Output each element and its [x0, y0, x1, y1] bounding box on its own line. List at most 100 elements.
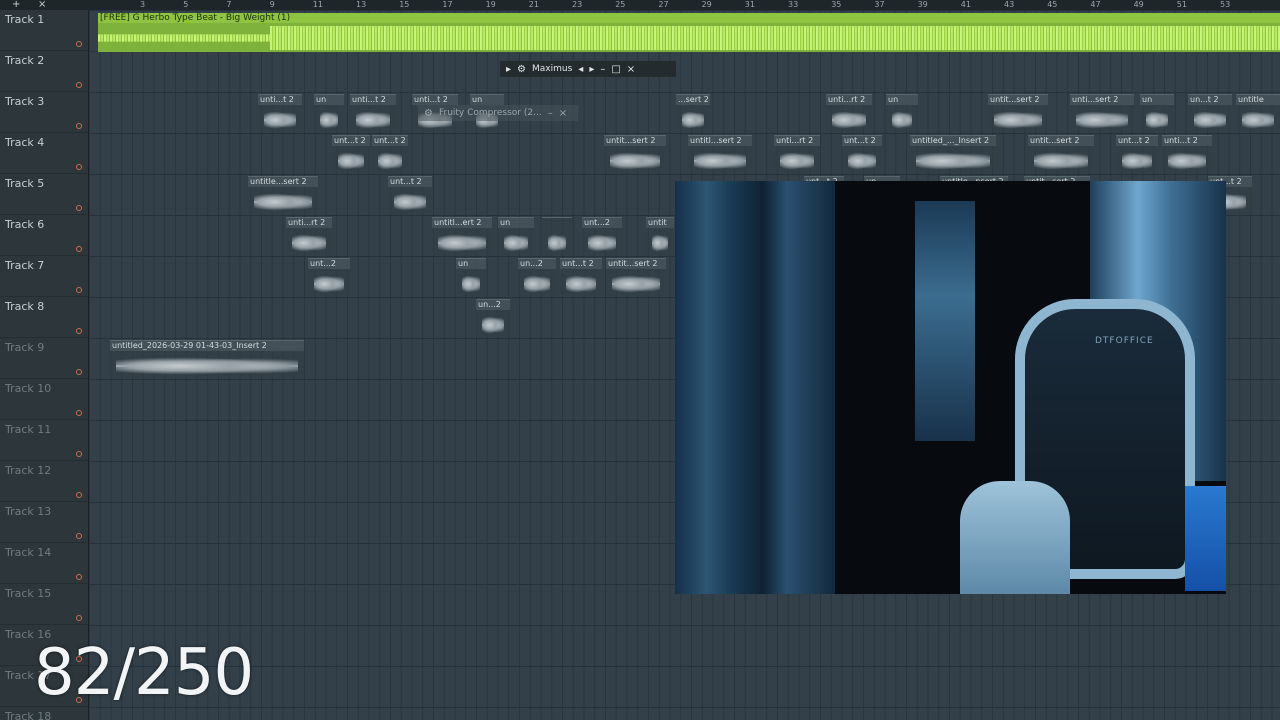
- track-mute-dot[interactable]: [76, 574, 82, 580]
- minimize-icon[interactable]: –: [548, 108, 553, 119]
- clip-label: un: [456, 259, 486, 269]
- track-header[interactable]: Track 11: [0, 420, 88, 461]
- track-mute-dot[interactable]: [76, 410, 82, 416]
- track-mute-dot[interactable]: [76, 205, 82, 211]
- pattern-clip[interactable]: unti...t 2: [258, 94, 302, 132]
- clip-label: un...t 2: [1188, 95, 1232, 105]
- track-header[interactable]: Track 15: [0, 584, 88, 625]
- track-header[interactable]: Track 8: [0, 297, 88, 338]
- compressor-plugin-titlebar[interactable]: ⚙ Fruity Compressor (2... – ×: [418, 105, 578, 121]
- track-header[interactable]: Track 14: [0, 543, 88, 584]
- pattern-clip[interactable]: unt...2: [582, 217, 622, 255]
- pattern-clip[interactable]: unti...t 2: [1162, 135, 1212, 173]
- track-header[interactable]: Track 9: [0, 338, 88, 379]
- clip-waveform: [320, 109, 338, 131]
- clip-waveform: [892, 109, 912, 131]
- pattern-clip[interactable]: untitl...ert 2: [432, 217, 492, 255]
- pattern-clip[interactable]: unt...t 2: [372, 135, 408, 173]
- clip-waveform: [548, 232, 566, 254]
- pattern-clip[interactable]: untit...sert 2: [988, 94, 1048, 132]
- track-header[interactable]: Track 4: [0, 133, 88, 174]
- pattern-clip[interactable]: unti...t 2: [350, 94, 396, 132]
- pattern-clip[interactable]: unti...rt 2: [774, 135, 820, 173]
- pattern-clip[interactable]: unt...t 2: [560, 258, 602, 296]
- track-mute-dot[interactable]: [76, 451, 82, 457]
- clip-waveform: [652, 232, 668, 254]
- maximize-icon[interactable]: □: [611, 64, 620, 75]
- track-mute-dot[interactable]: [76, 533, 82, 539]
- pattern-clip[interactable]: un...2: [476, 299, 510, 337]
- clip-waveform: [916, 150, 990, 172]
- pattern-clip[interactable]: un: [314, 94, 344, 132]
- pattern-clip[interactable]: untit: [646, 217, 674, 255]
- pattern-clip[interactable]: unt...t 2: [388, 176, 432, 214]
- clip-label: unti...sert 2: [1070, 95, 1134, 105]
- close-icon[interactable]: ×: [559, 108, 567, 119]
- pattern-clip[interactable]: ...sert 2: [676, 94, 710, 132]
- pattern-clip[interactable]: unti...rt 2: [286, 217, 332, 255]
- pattern-clip[interactable]: unt...t 2: [1116, 135, 1158, 173]
- clip-waveform: [682, 109, 704, 131]
- close-icon[interactable]: ×: [627, 64, 635, 75]
- pattern-clip[interactable]: untitle...sert 2: [248, 176, 318, 214]
- audio-clip-label: [FREE] G Herbo Type Beat - Big Weight (1…: [98, 13, 1280, 23]
- pattern-clip[interactable]: untit...sert 2: [1028, 135, 1094, 173]
- track-mute-dot[interactable]: [76, 287, 82, 293]
- clip-label: un...2: [476, 300, 510, 310]
- track-mute-dot[interactable]: [76, 164, 82, 170]
- track-mute-dot[interactable]: [76, 328, 82, 334]
- arrow-right-icon[interactable]: ▸: [506, 64, 511, 75]
- pattern-clip[interactable]: un...2: [518, 258, 556, 296]
- track-header[interactable]: Track 7: [0, 256, 88, 297]
- clip-waveform: [338, 150, 364, 172]
- track-mute-dot[interactable]: [76, 492, 82, 498]
- next-preset-icon[interactable]: ▸: [589, 64, 594, 75]
- pattern-clip[interactable]: un...t 2: [1188, 94, 1232, 132]
- clip-label: un...2: [518, 259, 556, 269]
- clip-label: untitled_2026-03-29 01-43-03_Insert 2: [110, 341, 304, 351]
- track-header[interactable]: Track 13: [0, 502, 88, 543]
- audio-clip-beat[interactable]: [FREE] G Herbo Type Beat - Big Weight (1…: [98, 13, 1280, 52]
- ruler-tick: 27: [658, 0, 669, 9]
- pattern-clip[interactable]: untit...sert 2: [606, 258, 666, 296]
- compressor-title: Fruity Compressor (2...: [438, 108, 542, 118]
- track-mute-dot[interactable]: [76, 246, 82, 252]
- pattern-clip[interactable]: unti...sert 2: [1070, 94, 1134, 132]
- pattern-clip[interactable]: [542, 217, 572, 255]
- pattern-clip[interactable]: untitl...sert 2: [688, 135, 752, 173]
- pattern-clip[interactable]: unt...t 2: [332, 135, 370, 173]
- prev-preset-icon[interactable]: ◂: [578, 64, 583, 75]
- ruler-tick: 13: [356, 0, 367, 9]
- track-mute-dot[interactable]: [76, 41, 82, 47]
- track-header[interactable]: Track 3: [0, 92, 88, 133]
- pattern-clip[interactable]: unti...rt 2: [826, 94, 872, 132]
- track-mute-dot[interactable]: [76, 615, 82, 621]
- pattern-clip[interactable]: untit...sert 2: [604, 135, 666, 173]
- pattern-clip[interactable]: un: [1140, 94, 1174, 132]
- track-header[interactable]: Track 10: [0, 379, 88, 420]
- pattern-clip[interactable]: un: [498, 217, 534, 255]
- pattern-clip[interactable]: un: [886, 94, 918, 132]
- pattern-clip[interactable]: untitled_2026-03-29 01-43-03_Insert 2: [110, 340, 304, 378]
- pattern-clip[interactable]: un: [456, 258, 486, 296]
- maximus-plugin-titlebar[interactable]: ▸ ⚙ Maximus ◂ ▸ – □ ×: [500, 61, 676, 77]
- track-header[interactable]: Track 12: [0, 461, 88, 502]
- track-header[interactable]: Track 6: [0, 215, 88, 256]
- track-mute-dot[interactable]: [76, 369, 82, 375]
- clip-waveform: [314, 273, 344, 295]
- pattern-clip[interactable]: unt...2: [308, 258, 350, 296]
- gear-icon[interactable]: ⚙: [517, 64, 526, 75]
- pattern-clip[interactable]: untitle: [1236, 94, 1280, 132]
- track-mute-dot[interactable]: [76, 82, 82, 88]
- gear-icon[interactable]: ⚙: [424, 108, 433, 119]
- track-header[interactable]: Track 1: [0, 10, 88, 51]
- track-header[interactable]: Track 2: [0, 51, 88, 92]
- track-header[interactable]: Track 5: [0, 174, 88, 215]
- clip-waveform: [994, 109, 1042, 131]
- add-icon[interactable]: +: [12, 0, 20, 10]
- pattern-clip[interactable]: unt...t 2: [842, 135, 882, 173]
- track-mute-dot[interactable]: [76, 123, 82, 129]
- close-icon[interactable]: ×: [38, 0, 46, 10]
- pattern-clip[interactable]: untitled_..._Insert 2: [910, 135, 996, 173]
- minimize-icon[interactable]: –: [600, 64, 605, 75]
